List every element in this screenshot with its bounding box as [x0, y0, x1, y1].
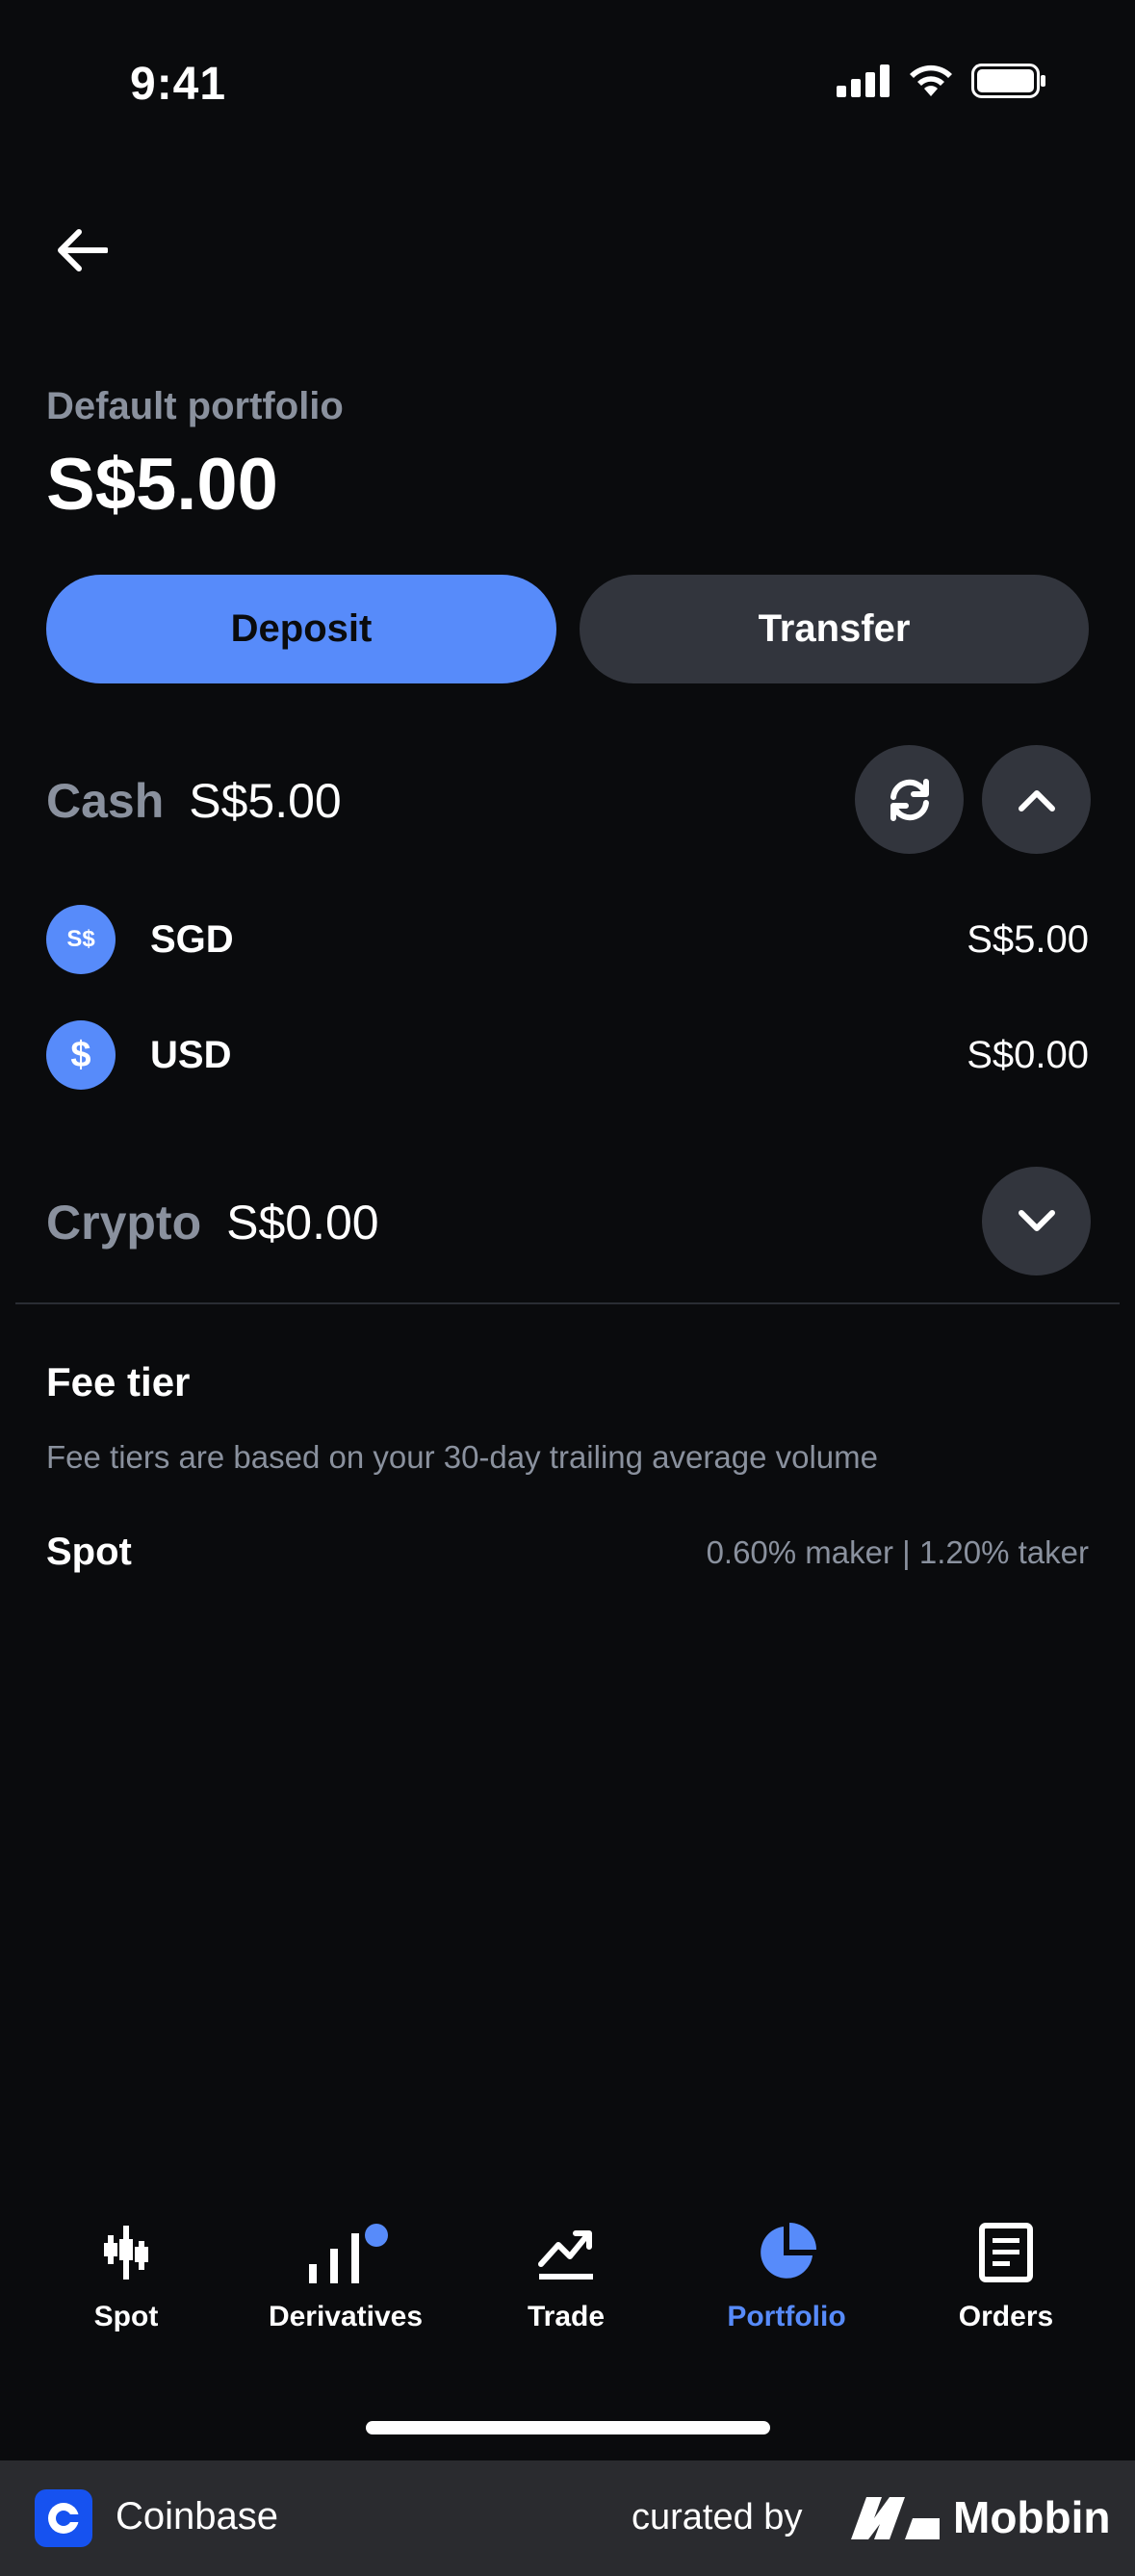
crypto-section-header: Crypto S$0.00: [46, 1195, 1092, 1250]
tab-label: Orders: [958, 2301, 1054, 2332]
tab-spot[interactable]: Spot: [30, 2214, 222, 2333]
cash-amount: S$5.00: [189, 774, 342, 828]
transfer-button[interactable]: Transfer: [580, 575, 1089, 683]
cellular-signal-icon: [837, 64, 890, 97]
expand-crypto-button[interactable]: [982, 1167, 1091, 1275]
asset-name: SGD: [150, 917, 234, 961]
home-indicator: [366, 2421, 770, 2434]
footer-mobbin: Mobbin: [953, 2492, 1111, 2542]
fee-spot-label: Spot: [46, 1531, 132, 1573]
crypto-title: Crypto: [46, 1196, 202, 1249]
footer-bar: Coinbase curated by Mobbin: [0, 2460, 1135, 2576]
fee-tier-title: Fee tier: [46, 1359, 191, 1404]
usd-currency-icon: $: [46, 1020, 116, 1090]
section-divider: [15, 1302, 1120, 1304]
status-time: 9:41: [130, 59, 227, 110]
candlestick-icon: [104, 2214, 148, 2291]
portfolio-value: S$5.00: [46, 444, 278, 526]
status-icons: [837, 64, 1046, 98]
pie-chart-icon: [757, 2214, 816, 2291]
fee-spot-value: 0.60% maker | 1.20% taker: [706, 1533, 1089, 1570]
tab-label: Derivatives: [268, 2301, 424, 2332]
bottom-tab-bar: Spot Derivatives Trade Portfolio Orders: [0, 2214, 1135, 2368]
tab-trade[interactable]: Trade: [470, 2214, 662, 2333]
mobbin-logo-icon: [851, 2497, 940, 2539]
deposit-button[interactable]: Deposit: [46, 575, 556, 683]
wifi-icon: [910, 64, 952, 96]
convert-button[interactable]: [855, 745, 964, 854]
chevron-down-icon: [1018, 1209, 1055, 1231]
asset-name: USD: [150, 1033, 232, 1076]
coinbase-logo-icon: [35, 2489, 92, 2547]
sgd-currency-icon: S$: [46, 905, 116, 974]
tab-portfolio[interactable]: Portfolio: [690, 2214, 883, 2333]
back-button[interactable]: [48, 217, 116, 284]
asset-row-usd[interactable]: $ USD S$0.00: [46, 1020, 1089, 1090]
bar-chart-icon: [301, 2214, 390, 2291]
crypto-amount: S$0.00: [226, 1196, 379, 1249]
asset-value: S$0.00: [967, 1033, 1089, 1076]
tab-derivatives[interactable]: Derivatives: [249, 2214, 442, 2333]
chevron-up-icon: [1018, 789, 1055, 811]
asset-value: S$5.00: [967, 917, 1089, 961]
arrow-left-icon: [58, 229, 108, 271]
fee-tier-description: Fee tiers are based on your 30-day trail…: [46, 1439, 878, 1475]
portfolio-label: Default portfolio: [46, 385, 344, 427]
cash-title: Cash: [46, 774, 165, 828]
tab-label: Trade: [527, 2301, 606, 2332]
document-icon: [979, 2214, 1033, 2291]
tab-orders[interactable]: Orders: [910, 2214, 1102, 2333]
refresh-icon: [890, 778, 929, 821]
fee-tier-spot-row: Spot 0.60% maker | 1.20% taker: [46, 1531, 1089, 1574]
tab-label: Spot: [93, 2301, 159, 2332]
footer-brand: Coinbase: [116, 2495, 279, 2537]
footer-curated-by: curated by: [632, 2497, 803, 2537]
asset-row-sgd[interactable]: S$ SGD S$5.00: [46, 905, 1089, 974]
tab-label: Portfolio: [727, 2301, 846, 2332]
battery-icon: [971, 64, 1045, 98]
status-bar: 9:41: [0, 0, 1135, 168]
trend-icon: [537, 2214, 595, 2291]
collapse-cash-button[interactable]: [982, 745, 1091, 854]
